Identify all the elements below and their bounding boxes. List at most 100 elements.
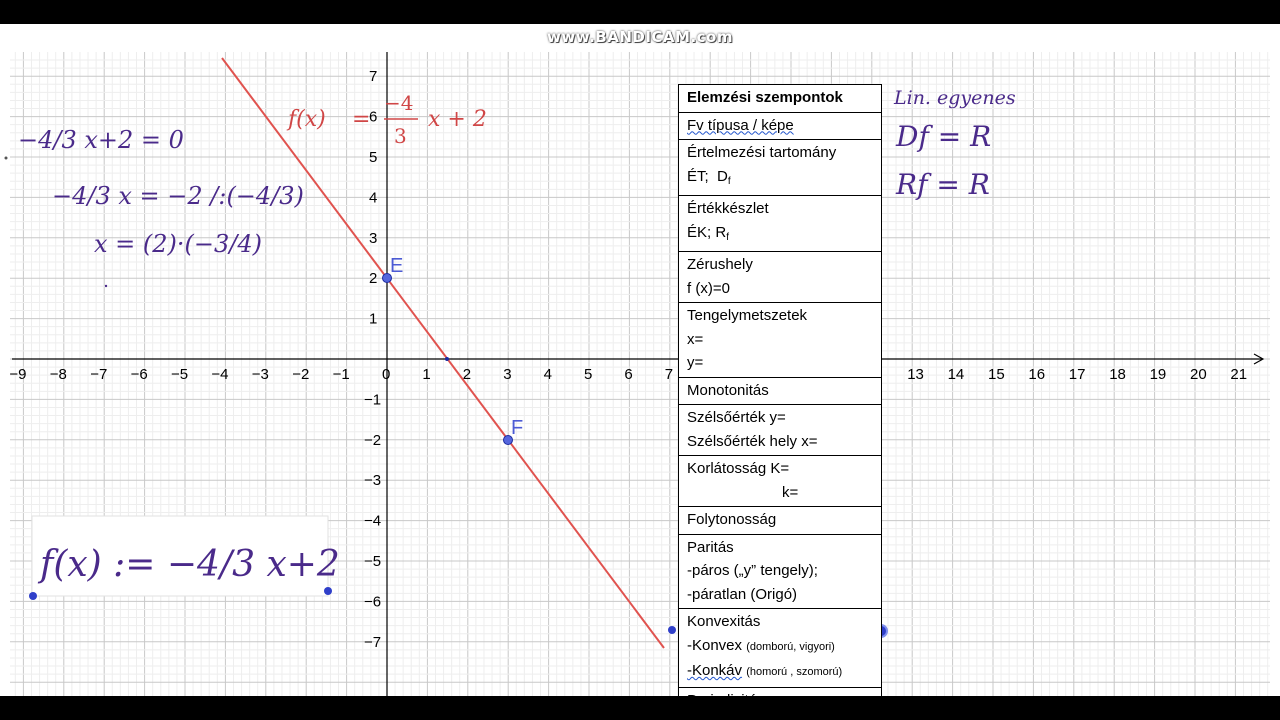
konvex-small: (domború, vigyori) — [746, 640, 835, 653]
function-label-suffix: x + 2 — [428, 107, 487, 132]
row-folytonossag: Folytonosság — [679, 507, 881, 535]
row-fv-tipusa: Fv típusa / képe — [679, 113, 881, 140]
df-label: D — [717, 167, 728, 185]
hand-eq3: x = (2)·(−3/4) — [94, 230, 262, 258]
x-tick-label: 16 — [1028, 366, 1045, 383]
y-tick-label: 3 — [369, 230, 377, 247]
row-periodicitas: Periodicitás — [679, 688, 881, 697]
df-sub: f — [727, 175, 731, 187]
geogebra-canvas[interactable]: −9 −8 −7 −6 −5 −4 −3 −2 −1 0 1 2 3 4 5 6 7 13 14 15 16 17 18 19… — [0, 24, 1280, 696]
ertekkeszlet-label: Értékkészlet — [687, 200, 769, 217]
table-handle-left[interactable] — [668, 626, 676, 634]
analysis-table[interactable]: Elemzési szempontok Fv típusa / képe Ért… — [678, 84, 882, 696]
x-tick-label: −8 — [50, 366, 67, 383]
x-tick-label: 18 — [1109, 366, 1126, 383]
korlat-k: Korlátosság K= — [687, 460, 790, 477]
paratlan-label: -páratlan (Origó) — [687, 585, 798, 603]
row-tengely: Tengelymetszetek x= y= — [679, 303, 881, 378]
ek-line: ÉK; Rf — [687, 221, 873, 250]
ertelmezesi-label: Értelmezési tartomány — [687, 144, 837, 161]
hand-eq1: −4/3 x+2 = 0 — [18, 126, 184, 154]
x-tick-label: 19 — [1150, 366, 1167, 383]
x-tick-label: −4 — [211, 366, 228, 383]
row-konvexitas: Konvexitás -Konvex (domború, vigyori) -K… — [679, 609, 881, 688]
y-tick-label: 7 — [369, 68, 377, 85]
konkav-small: (homorú , szomorú) — [746, 666, 843, 678]
point-zero[interactable] — [445, 357, 449, 361]
y-tick-label: 2 — [369, 270, 377, 287]
function-label-num: −4 — [384, 91, 413, 115]
x-tick-label: −2 — [292, 366, 309, 383]
box-handle-right[interactable] — [324, 587, 332, 595]
paros-label: -páros („y” tengely); — [687, 562, 818, 579]
x-tick-label: 20 — [1190, 366, 1207, 383]
x-tick-label: 5 — [584, 366, 592, 383]
point-e-label: E — [390, 255, 403, 277]
graph-view[interactable]: −9 −8 −7 −6 −5 −4 −3 −2 −1 0 1 2 3 4 5 6 7 13 14 15 16 17 18 19… — [0, 24, 1280, 696]
tengely-label: Tengelymetszetek — [687, 307, 808, 324]
konvexitas-label: Konvexitás — [687, 613, 761, 630]
konvex-label: -Konvex — [687, 636, 743, 654]
y-tick-label: 1 — [369, 311, 377, 328]
ek-sub: f — [726, 231, 729, 243]
szelso-y: Szélsőérték y= — [687, 409, 786, 426]
y-tick-label: −4 — [364, 513, 381, 530]
x-axis-labels: −9 −8 −7 −6 −5 −4 −3 −2 −1 0 1 2 3 4 5 6 7 13 14 15 16 17 18 19… — [9, 366, 1247, 383]
y-tick-label: −1 — [364, 391, 381, 408]
row-ertekkeszlet: Értékkészlet ÉK; Rf — [679, 196, 881, 252]
fx0-label: f (x)=0 — [687, 279, 730, 297]
paritas-label: Paritás — [687, 538, 734, 556]
box-handle-left[interactable] — [29, 592, 37, 600]
hand-df: Df = R — [895, 120, 991, 153]
point-f-label: F — [511, 417, 523, 439]
formula-box-text: f(x) := −4/3 x+2 — [37, 544, 340, 585]
x-tick-label: −6 — [131, 366, 148, 383]
x-tick-label: −5 — [171, 366, 188, 383]
zerushely-label: Zérushely — [687, 256, 753, 273]
x-tick-label: 13 — [907, 366, 924, 383]
x-tick-label: 0 — [382, 366, 390, 383]
x-tick-label: 1 — [422, 366, 430, 383]
y-tick-label: −7 — [364, 634, 381, 651]
x-tick-label: 3 — [503, 366, 511, 383]
row-ertelmezesi: Értelmezési tartomány ÉT; Df — [679, 140, 881, 196]
formula-box[interactable]: f(x) := −4/3 x+2 — [29, 515, 340, 600]
x-tick-label: 6 — [624, 366, 632, 383]
hand-rf: Rf = R — [895, 168, 990, 201]
x-tick-label: −3 — [252, 366, 269, 383]
handwritten-notes-right: Lin. egyenes Df = R Rf = R — [893, 87, 1016, 201]
x-tick-label: −9 — [9, 366, 26, 383]
szelso-x: Szélsőérték hely x= — [687, 432, 818, 450]
function-label-den: 3 — [394, 124, 407, 148]
konkav-line: -Konkáv (homorú , szomorú) — [687, 659, 873, 685]
x-tick-label: 14 — [948, 366, 965, 383]
korlat-kk: k= — [782, 483, 799, 501]
move-handle[interactable] — [4, 156, 8, 160]
x-tick-label: 21 — [1230, 366, 1247, 383]
x-tick-label: 4 — [544, 366, 552, 383]
y-tick-label: 5 — [369, 149, 377, 166]
et-label: ÉT; — [687, 167, 709, 185]
et-df-line: ÉT; Df — [687, 165, 873, 194]
row-paritas: Paritás -páros („y” tengely); -páratlan … — [679, 535, 881, 609]
hand-eq2: −4/3 x = −2 /:(−4/3) — [52, 182, 304, 210]
fv-tipusa-text: Fv típusa / képe — [687, 116, 794, 134]
y-tick-label: −2 — [364, 432, 381, 449]
y-tick-label: −5 — [364, 553, 381, 570]
row-korlatossag: Korlátosság K= k= — [679, 456, 881, 507]
x-tick-label: −1 — [333, 366, 350, 383]
ek-label: ÉK; R — [687, 223, 727, 241]
y-tick-label: 4 — [369, 189, 377, 206]
konvex-line: -Konvex (domború, vigyori) — [687, 634, 873, 660]
x-tick-label: 17 — [1069, 366, 1086, 383]
x-tick-label: 15 — [988, 366, 1005, 383]
tengely-y: y= — [687, 354, 704, 371]
watermark: www.BANDICAM.com — [546, 28, 733, 46]
konkav-label: -Konkáv — [687, 662, 743, 679]
function-label-eq: = — [352, 107, 370, 132]
tengely-x: x= — [687, 330, 704, 348]
y-tick-label: −3 — [364, 472, 381, 489]
row-zerushely: Zérushely f (x)=0 — [679, 252, 881, 303]
hand-lin: Lin. egyenes — [893, 87, 1016, 109]
y-tick-label: −6 — [364, 593, 381, 610]
